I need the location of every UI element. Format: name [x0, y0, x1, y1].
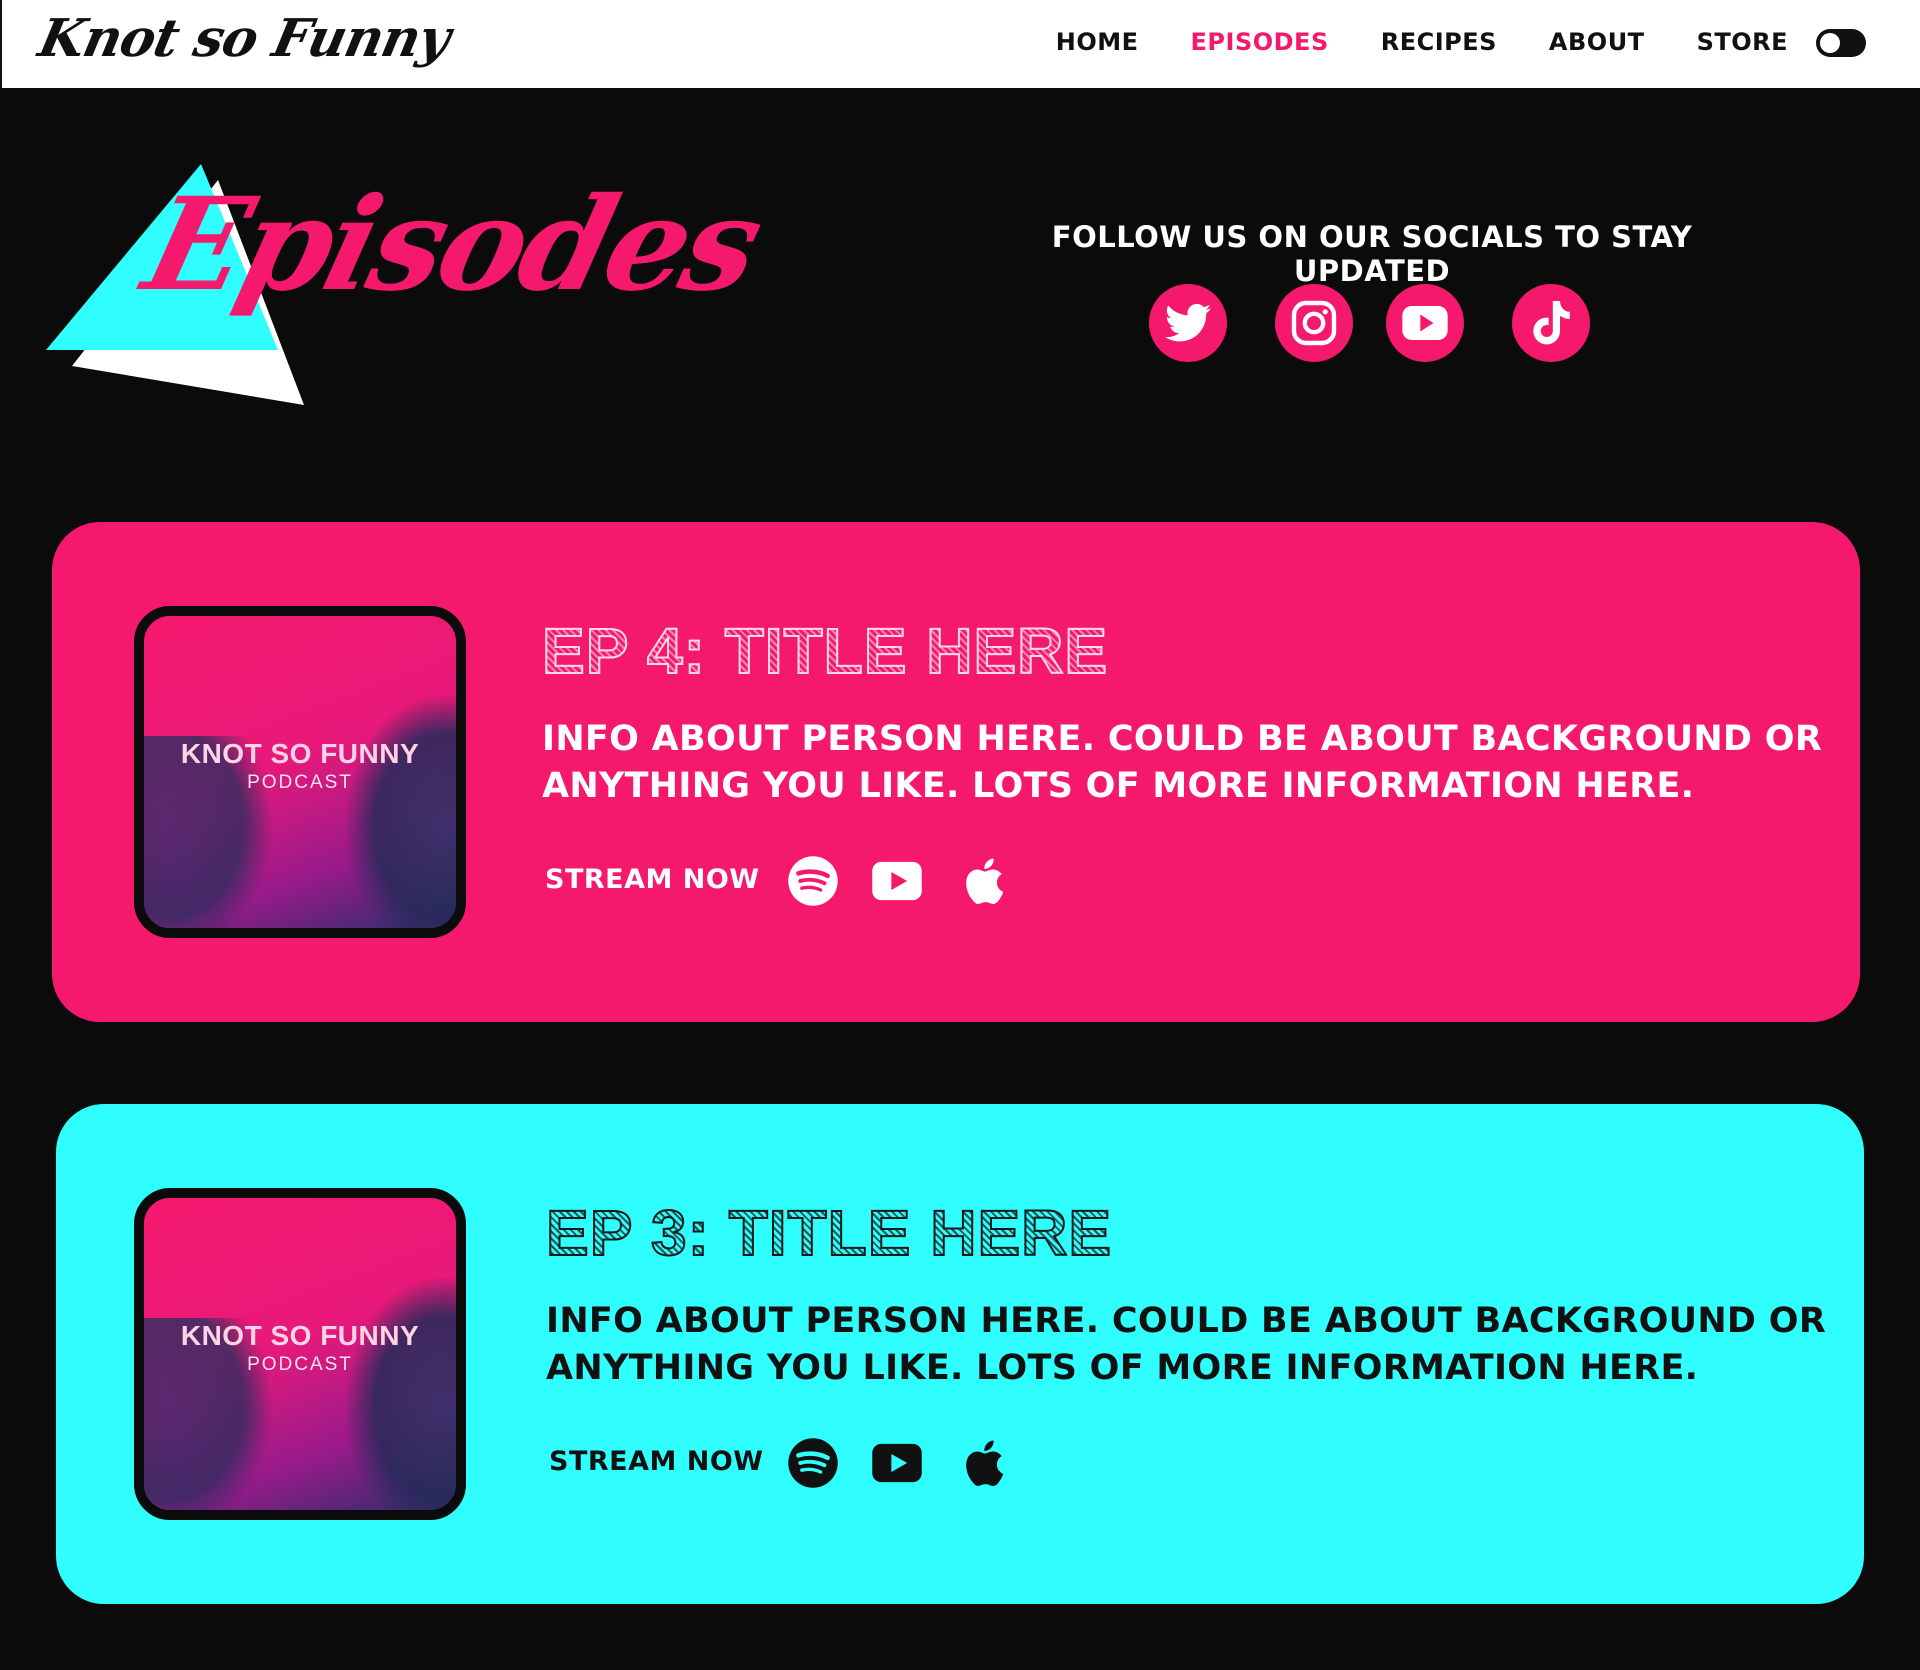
instagram-icon[interactable] — [1275, 284, 1353, 362]
episode-artwork[interactable]: KNOT SO FUNNY PODCAST — [134, 1188, 466, 1520]
artwork-figure-right — [346, 696, 456, 928]
stream-now-label: STREAM NOW — [549, 1446, 764, 1477]
nav-store[interactable]: STORE — [1697, 28, 1788, 56]
stream-now-label: STREAM NOW — [545, 864, 760, 895]
episode-description: INFO ABOUT PERSON HERE. COULD BE ABOUT B… — [542, 719, 1823, 806]
follow-text: FOLLOW US ON OUR SOCIALS TO STAY UPDATED — [1051, 220, 1693, 288]
artwork-title: KNOT SO FUNNY — [180, 1320, 420, 1351]
spotify-icon[interactable] — [786, 1436, 840, 1490]
youtube-icon[interactable] — [870, 854, 924, 908]
artwork-subtitle: PODCAST — [247, 772, 353, 793]
page-title: Episodes — [131, 170, 773, 320]
apple-icon[interactable] — [960, 854, 1014, 908]
theme-toggle[interactable] — [1816, 29, 1866, 57]
artwork-title: KNOT SO FUNNY — [180, 738, 420, 769]
artwork-figure-right — [346, 1278, 456, 1510]
youtube-icon[interactable] — [1386, 284, 1464, 362]
episode-title[interactable]: EP 4: TITLE HERE — [541, 614, 1108, 688]
episode-title[interactable]: EP 3: TITLE HERE — [545, 1196, 1112, 1270]
nav-links: HOME EPISODES RECIPES ABOUT STORE — [1056, 28, 1788, 56]
top-nav: Knot so Funny HOME EPISODES RECIPES ABOU… — [0, 0, 1920, 88]
tiktok-icon[interactable] — [1512, 284, 1590, 362]
artwork-subtitle: PODCAST — [247, 1354, 353, 1375]
twitter-icon[interactable] — [1149, 284, 1227, 362]
nav-home[interactable]: HOME — [1056, 28, 1139, 56]
apple-icon[interactable] — [960, 1436, 1014, 1490]
toggle-knob — [1820, 33, 1840, 53]
site-logo[interactable]: Knot so Funny — [34, 8, 455, 69]
episode-description: INFO ABOUT PERSON HERE. COULD BE ABOUT B… — [546, 1301, 1827, 1388]
youtube-icon[interactable] — [870, 1436, 924, 1490]
nav-episodes[interactable]: EPISODES — [1191, 28, 1329, 56]
episode-card: KNOT SO FUNNY PODCAST EP 4: TITLE HERE I… — [52, 522, 1860, 1022]
nav-recipes[interactable]: RECIPES — [1381, 28, 1497, 56]
nav-about[interactable]: ABOUT — [1549, 28, 1645, 56]
episode-card: KNOT SO FUNNY PODCAST EP 3: TITLE HERE I… — [56, 1104, 1864, 1604]
episode-artwork[interactable]: KNOT SO FUNNY PODCAST — [134, 606, 466, 938]
spotify-icon[interactable] — [786, 854, 840, 908]
